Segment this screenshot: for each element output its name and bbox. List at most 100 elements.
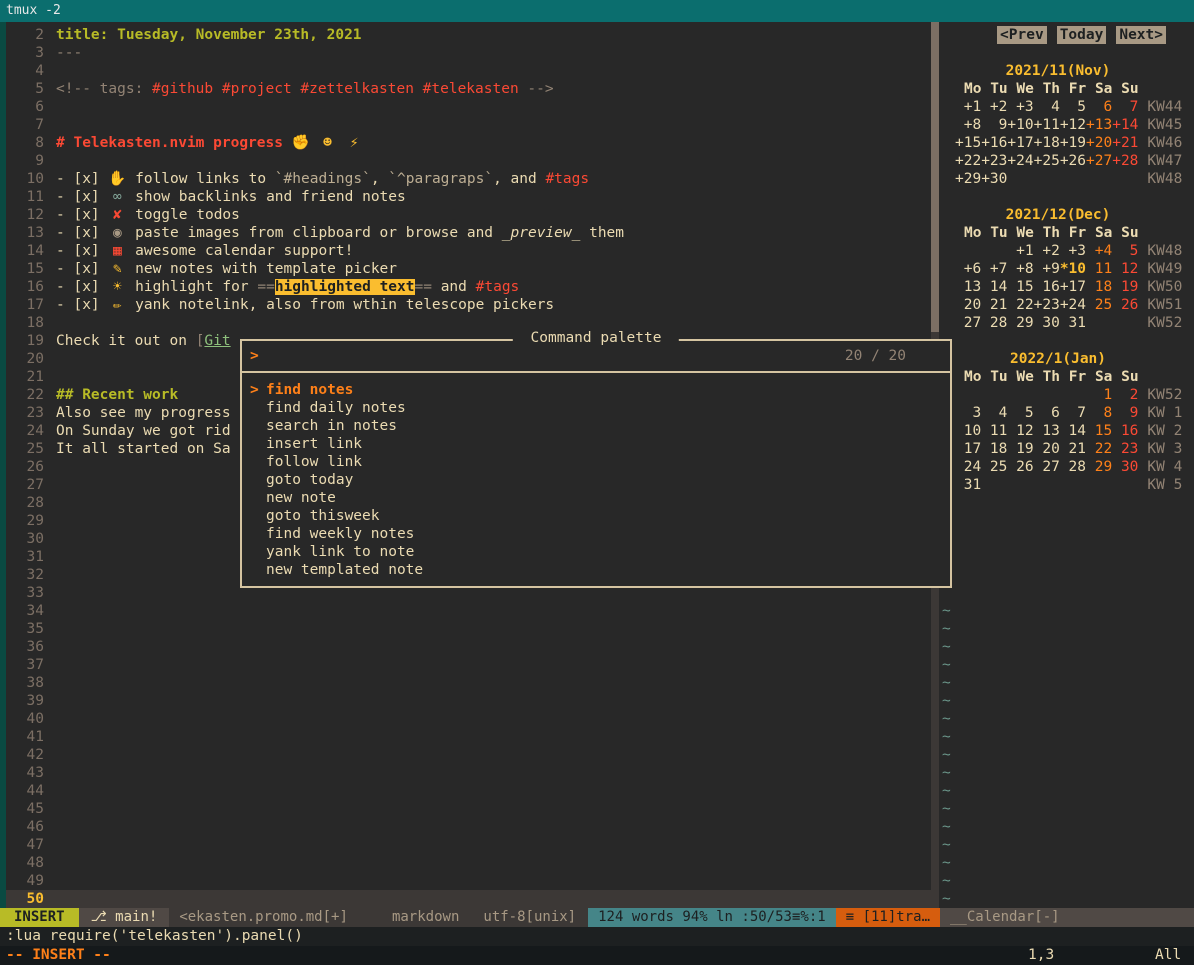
calendar-day[interactable]: 31 <box>955 477 981 493</box>
calendar-day[interactable]: +4 <box>1086 243 1112 259</box>
editor-line[interactable]: 4 <box>6 62 931 80</box>
editor-line[interactable]: 12- [x] ✘ toggle todos <box>6 206 931 224</box>
calendar-day[interactable]: +23 <box>1034 297 1060 313</box>
editor-line[interactable]: 42 <box>6 746 931 764</box>
calendar-day[interactable]: 5 <box>1060 99 1086 115</box>
editor-line[interactable]: 17- [x] ✏ yank notelink, also from wthin… <box>6 296 931 314</box>
calendar-day[interactable]: +25 <box>1034 153 1060 169</box>
calendar-day[interactable]: +9 <box>1034 261 1060 277</box>
calendar-day[interactable]: 1 <box>1086 387 1112 403</box>
calendar-day[interactable]: 6 <box>1034 405 1060 421</box>
calendar-day[interactable]: +8 <box>955 117 981 133</box>
editor-line[interactable]: 34 <box>6 602 931 620</box>
editor-line[interactable]: 10- [x] ✋ follow links to `#headings`, `… <box>6 170 931 188</box>
calendar-day[interactable]: 12 <box>1007 423 1033 439</box>
calendar-day[interactable]: 14 <box>1060 423 1086 439</box>
editor-line[interactable]: 18 <box>6 314 931 332</box>
calendar-day[interactable]: +23 <box>981 153 1007 169</box>
palette-item[interactable]: insert link <box>242 435 950 453</box>
calendar-day[interactable]: +14 <box>1112 117 1138 133</box>
calendar-day[interactable]: 9 <box>1112 405 1138 421</box>
editor-line[interactable]: 6 <box>6 98 931 116</box>
calendar-day[interactable]: 16 <box>1112 423 1138 439</box>
calendar-day[interactable]: 11 <box>1086 261 1112 277</box>
editor-line[interactable]: 35 <box>6 620 931 638</box>
editor-line[interactable]: 46 <box>6 818 931 836</box>
palette-item[interactable]: goto today <box>242 471 950 489</box>
calendar-day[interactable]: +2 <box>981 99 1007 115</box>
calendar-day[interactable]: 23 <box>1112 441 1138 457</box>
palette-item[interactable]: follow link <box>242 453 950 471</box>
calendar-day[interactable]: 8 <box>1086 405 1112 421</box>
calendar-day[interactable]: +27 <box>1086 153 1112 169</box>
palette-item[interactable]: goto thisweek <box>242 507 950 525</box>
calendar-day[interactable]: +30 <box>981 171 1007 187</box>
editor-line[interactable]: 47 <box>6 836 931 854</box>
editor-line[interactable]: 43 <box>6 764 931 782</box>
calendar-day[interactable]: 10 <box>955 423 981 439</box>
calendar-day[interactable]: 30 <box>1112 459 1138 475</box>
calendar-day[interactable]: 13 <box>1034 423 1060 439</box>
calendar-day[interactable]: 22 <box>1007 297 1033 313</box>
calendar-day[interactable]: 18 <box>1086 279 1112 295</box>
calendar-day[interactable]: +7 <box>981 261 1007 277</box>
editor-line[interactable]: 48 <box>6 854 931 872</box>
calendar-day[interactable]: +24 <box>1007 153 1033 169</box>
calendar-day[interactable]: 5 <box>1112 243 1138 259</box>
calendar-day[interactable]: +15 <box>955 135 981 151</box>
editor-line[interactable]: 5<!-- tags: #github #project #zettelkast… <box>6 80 931 98</box>
editor-line[interactable]: 11- [x] ∞ show backlinks and friend note… <box>6 188 931 206</box>
calendar-day[interactable]: 29 <box>1086 459 1112 475</box>
palette-item[interactable]: search in notes <box>242 417 950 435</box>
calendar-day[interactable]: +11 <box>1034 117 1060 133</box>
palette-item[interactable]: >find notes <box>242 381 950 399</box>
calendar-day[interactable]: 29 <box>1007 315 1033 331</box>
calendar-day[interactable]: 31 <box>1060 315 1086 331</box>
calendar-day[interactable]: 11 <box>981 423 1007 439</box>
calendar-day[interactable]: 26 <box>1007 459 1033 475</box>
calendar-day[interactable]: 20 <box>1034 441 1060 457</box>
editor-line[interactable]: 38 <box>6 674 931 692</box>
calendar-day[interactable]: +17 <box>1007 135 1033 151</box>
calendar-day[interactable]: 21 <box>1060 441 1086 457</box>
calendar-day[interactable]: 19 <box>1112 279 1138 295</box>
calendar-day[interactable]: 28 <box>1060 459 1086 475</box>
calendar-day[interactable]: +13 <box>1086 117 1112 133</box>
editor-line[interactable]: 49 <box>6 872 931 890</box>
calendar-day[interactable]: 28 <box>981 315 1007 331</box>
editor-line[interactable]: 50 <box>6 890 931 908</box>
calendar-day[interactable]: +26 <box>1060 153 1086 169</box>
editor-line[interactable]: 2title: Tuesday, November 23th, 2021 <box>6 26 931 44</box>
calendar-day[interactable]: 21 <box>981 297 1007 313</box>
calendar-day[interactable]: 12 <box>1112 261 1138 277</box>
calendar-day[interactable]: 19 <box>1007 441 1033 457</box>
calendar-day[interactable]: 14 <box>981 279 1007 295</box>
calendar-day[interactable]: +28 <box>1112 153 1138 169</box>
calendar-day[interactable]: 9 <box>981 117 1007 133</box>
calendar-day[interactable]: +8 <box>1007 261 1033 277</box>
calendar-day[interactable]: +29 <box>955 171 981 187</box>
editor-line[interactable]: 13- [x] ◉ paste images from clipboard or… <box>6 224 931 242</box>
calendar-day[interactable]: 27 <box>955 315 981 331</box>
palette-item[interactable]: new note <box>242 489 950 507</box>
calendar-day[interactable]: +1 <box>1007 243 1033 259</box>
calendar-day[interactable]: +2 <box>1034 243 1060 259</box>
calendar-day[interactable]: +1 <box>955 99 981 115</box>
calendar-day[interactable]: 6 <box>1086 99 1112 115</box>
calendar-day[interactable]: 16 <box>1034 279 1060 295</box>
calendar-day[interactable]: 18 <box>981 441 1007 457</box>
calendar-day[interactable]: 2 <box>1112 387 1138 403</box>
command-line[interactable]: :lua require('telekasten').panel() <box>0 927 1194 946</box>
calendar-day[interactable]: 7 <box>1112 99 1138 115</box>
editor-line[interactable]: 16- [x] ☀ highlight for ==highlighted te… <box>6 278 931 296</box>
calendar-day[interactable]: +12 <box>1060 117 1086 133</box>
calendar-day[interactable]: 26 <box>1112 297 1138 313</box>
calendar-day[interactable]: +17 <box>1060 279 1086 295</box>
editor-line[interactable]: 41 <box>6 728 931 746</box>
calendar-day[interactable]: 4 <box>1034 99 1060 115</box>
calendar-next-button[interactable]: Next> <box>1116 26 1166 44</box>
scrollbar-thumb[interactable] <box>931 22 939 332</box>
calendar-day[interactable]: 17 <box>955 441 981 457</box>
calendar-day[interactable]: 5 <box>1007 405 1033 421</box>
calendar-day[interactable]: 20 <box>955 297 981 313</box>
